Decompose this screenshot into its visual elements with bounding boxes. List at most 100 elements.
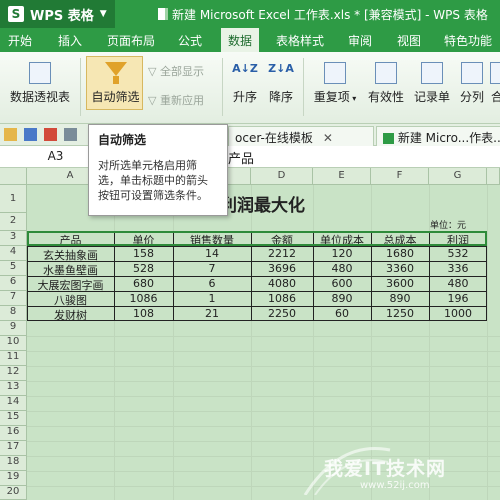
table-cell[interactable]: 480 [313,262,371,275]
select-all-corner[interactable] [0,168,27,185]
record-form-icon [421,62,443,84]
row-header[interactable]: 19 [0,471,27,486]
row-header[interactable]: 15 [0,411,27,426]
table-cell[interactable]: 890 [313,292,371,305]
menu-data[interactable]: 数据 [221,28,260,52]
reapply-button[interactable]: ▽ 重新应用 [148,92,204,108]
column-header[interactable]: F [371,168,429,185]
tab-current-workbook[interactable]: 新建 Micro...作表... [376,126,500,146]
chevron-down-icon: ▼ [99,9,107,19]
save-icon[interactable] [24,128,37,141]
menu-table-style[interactable]: 表格样式 [276,32,324,49]
table-cell[interactable]: 120 [313,247,371,260]
table-cell[interactable]: 890 [371,292,429,305]
menu-review[interactable]: 审阅 [348,32,372,49]
row-header[interactable]: 17 [0,441,27,456]
spreadsheet-grid[interactable]: A B C D E F G 1 2 3 4 5 6 7 8 9 10 11 12… [0,168,500,500]
table-cell[interactable]: 4080 [251,277,313,290]
row-header[interactable]: 3 [0,231,27,246]
row-header[interactable]: 11 [0,351,27,366]
table-cell[interactable]: 3696 [251,262,313,275]
table-cell[interactable]: 6 [173,277,251,290]
unit-label[interactable]: 单位：元 [430,218,466,231]
app-menu-button[interactable]: S WPS 表格 ▼ [0,0,115,28]
duplicates-button[interactable]: 重复项 ▾ [309,62,361,105]
row-header[interactable]: 14 [0,396,27,411]
row-header[interactable]: 4 [0,246,27,261]
table-cell[interactable]: 60 [313,307,371,320]
table-cell[interactable]: 大展宏图字画 [27,277,114,293]
tab-online-templates[interactable]: ocer-在线模板 ✕ [228,126,374,146]
menu-view[interactable]: 视图 [397,32,421,49]
row-header[interactable]: 16 [0,426,27,441]
menu-home[interactable]: 开始 [8,32,32,49]
table-cell[interactable]: 21 [173,307,251,320]
table-cell[interactable]: 1680 [371,247,429,260]
formula-input[interactable]: 产品 [228,148,254,167]
table-cell[interactable]: 480 [429,277,487,290]
column-header[interactable]: G [429,168,487,185]
menu-special[interactable]: 特色功能 [444,32,492,49]
table-cell[interactable]: 336 [429,262,487,275]
table-cell[interactable]: 1000 [429,307,487,320]
table-cell[interactable]: 528 [114,262,173,275]
close-icon[interactable]: ✕ [323,131,333,145]
column-header[interactable] [487,168,500,185]
row-header[interactable]: 7 [0,291,27,306]
row-header[interactable]: 2 [0,213,27,231]
menu-insert[interactable]: 插入 [58,32,82,49]
ribbon-separator [303,58,304,116]
table-cell[interactable]: 水墨鱼壁画 [27,262,114,278]
duplicates-label: 重复项 [313,90,350,104]
sheet-title[interactable]: 利润最大化 [220,191,305,216]
sort-ascending-button[interactable]: A↓Z 升序 [228,62,262,105]
autofilter-tooltip: 自动筛选 对所选单元格启用筛选，单击标题中的箭头按钮可设置筛选条件。 [88,124,228,216]
row-header[interactable]: 1 [0,185,27,213]
sort-descending-button[interactable]: Z↓A 降序 [264,62,298,105]
record-form-button[interactable]: 记录单 [412,62,452,105]
menu-page-layout[interactable]: 页面布局 [107,32,155,49]
row-header[interactable]: 6 [0,276,27,291]
open-folder-icon[interactable] [4,128,17,141]
row-header[interactable]: 8 [0,306,27,321]
table-cell[interactable]: 108 [114,307,173,320]
menu-formula[interactable]: 公式 [178,32,202,49]
merge-button[interactable]: 合 [490,62,500,105]
row-header[interactable]: 10 [0,336,27,351]
row-header[interactable]: 12 [0,366,27,381]
table-cell[interactable]: 196 [429,292,487,305]
table-cell[interactable]: 发财树 [27,307,114,323]
pivot-table-button[interactable]: 数据透视表 [8,62,72,105]
table-cell[interactable]: 1086 [251,292,313,305]
column-header[interactable]: E [313,168,371,185]
table-cell[interactable]: 600 [313,277,371,290]
print-icon[interactable] [64,128,77,141]
autofilter-button[interactable]: 自动筛选 [88,62,143,105]
table-cell[interactable]: 14 [173,247,251,260]
export-pdf-icon[interactable] [44,128,57,141]
table-cell[interactable]: 532 [429,247,487,260]
validation-button[interactable]: 有效性 [366,62,406,105]
table-cell[interactable]: 2250 [251,307,313,320]
table-cell[interactable]: 7 [173,262,251,275]
split-column-button[interactable]: 分列 [458,62,486,105]
row-header[interactable]: 9 [0,321,27,336]
table-cell[interactable]: 3360 [371,262,429,275]
table-cell[interactable]: 1086 [114,292,173,305]
row-header[interactable]: 18 [0,456,27,471]
table-cell[interactable]: 680 [114,277,173,290]
show-all-button[interactable]: ▽ 全部显示 [148,63,204,79]
column-header[interactable]: D [251,168,313,185]
table-cell[interactable]: 158 [114,247,173,260]
table-cell[interactable]: 3600 [371,277,429,290]
table-cell[interactable]: 1250 [371,307,429,320]
row-header[interactable]: 13 [0,381,27,396]
table-cell[interactable]: 八骏图 [27,292,114,308]
app-name: WPS 表格 [30,8,94,24]
table-cell[interactable]: 1 [173,292,251,305]
table-cell[interactable]: 2212 [251,247,313,260]
sort-ascending-icon: A↓Z [232,62,258,75]
row-header[interactable]: 5 [0,261,27,276]
table-cell[interactable]: 玄关抽象画 [27,247,114,263]
row-header[interactable]: 20 [0,486,27,500]
